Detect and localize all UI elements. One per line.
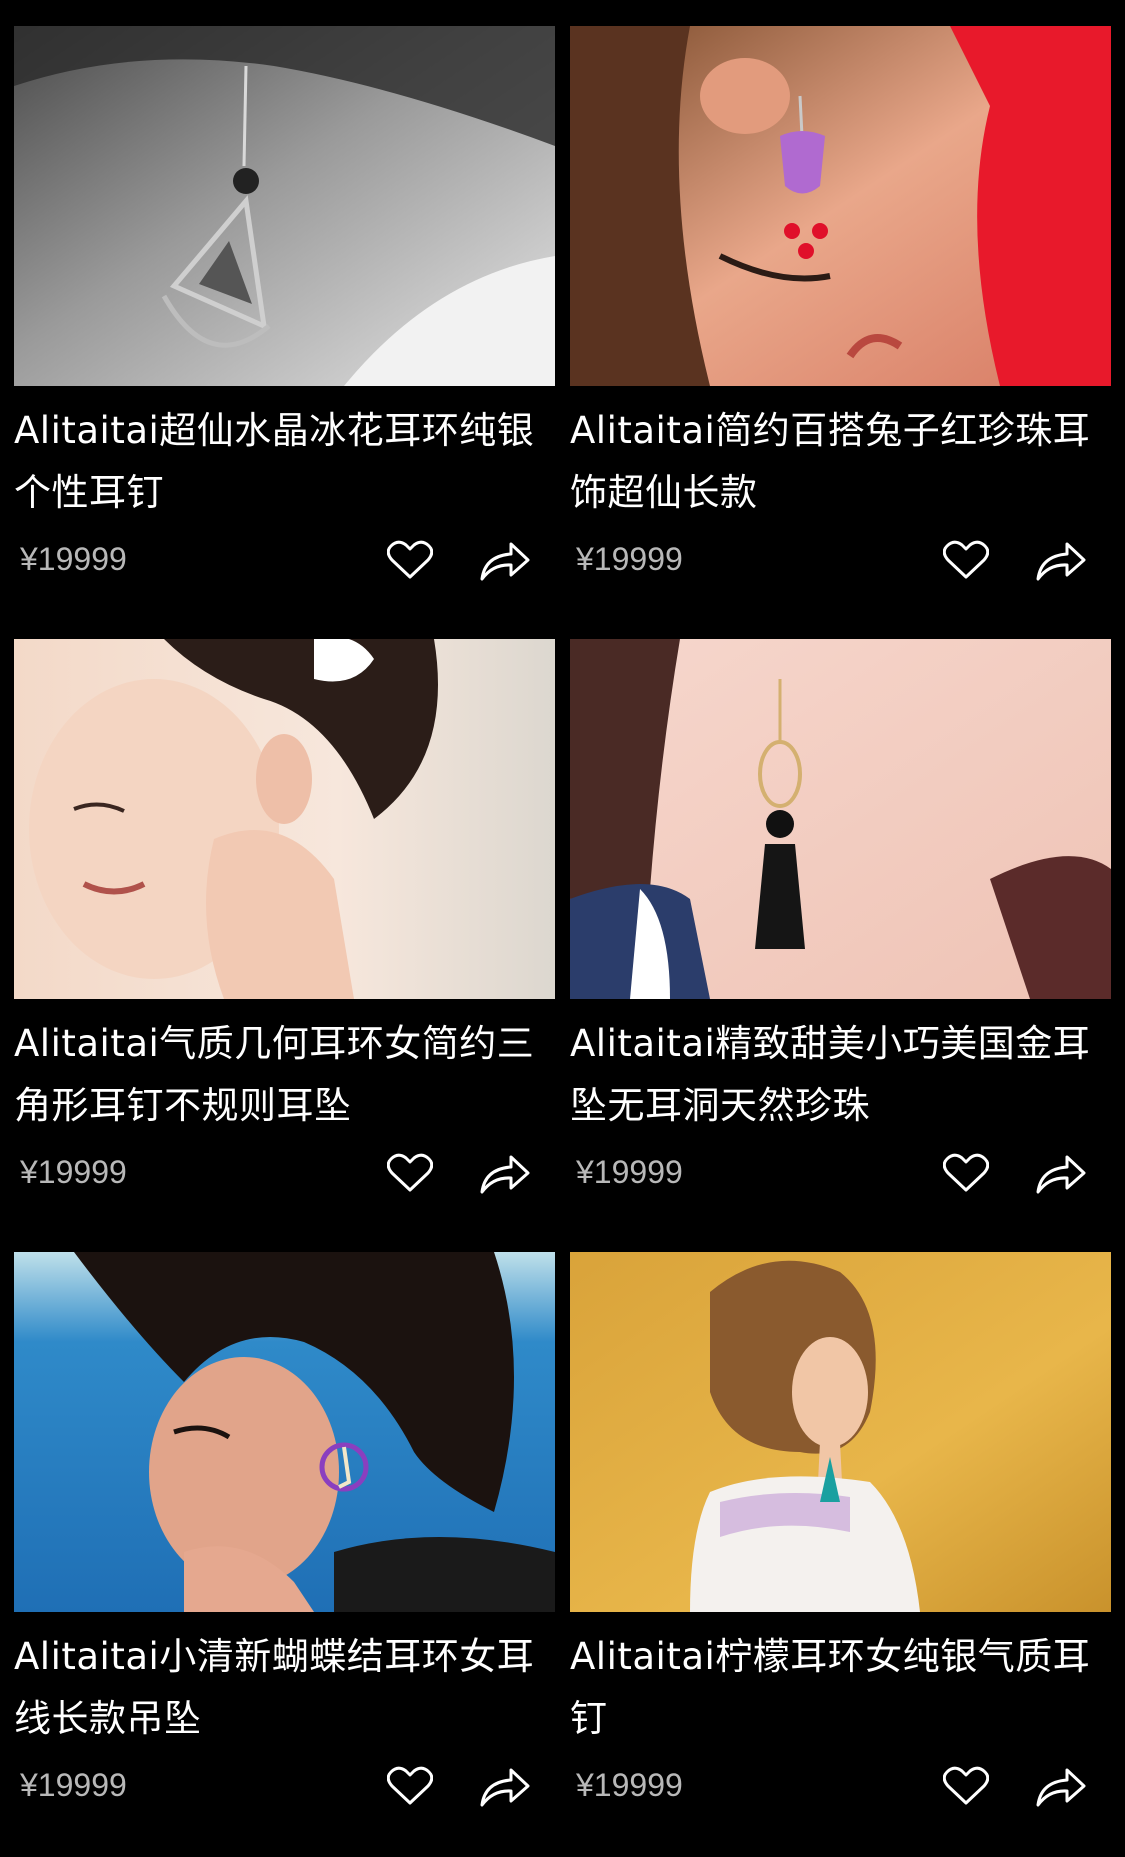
product-price: ¥19999 bbox=[576, 1767, 683, 1803]
product-grid: Alitaitai超仙水晶冰花耳环纯银个性耳钉 ¥19999 Alitaitai… bbox=[14, 26, 1111, 1807]
product-image[interactable] bbox=[570, 1252, 1111, 1612]
product-price: ¥19999 bbox=[576, 541, 683, 577]
product-title[interactable]: Alitaitai气质几何耳环女简约三角形耳钉不规则耳坠 bbox=[14, 1013, 555, 1137]
product-image[interactable] bbox=[14, 26, 555, 386]
product-image[interactable] bbox=[14, 1252, 555, 1612]
heart-outline-icon[interactable] bbox=[939, 1149, 993, 1197]
heart-outline-icon[interactable] bbox=[939, 536, 993, 584]
product-image[interactable] bbox=[14, 639, 555, 999]
share-arrow-icon[interactable] bbox=[475, 1147, 535, 1199]
product-price: ¥19999 bbox=[20, 541, 127, 577]
product-image[interactable] bbox=[570, 26, 1111, 386]
product-price: ¥19999 bbox=[20, 1154, 127, 1190]
product-card[interactable]: Alitaitai超仙水晶冰花耳环纯银个性耳钉 ¥19999 bbox=[14, 26, 555, 581]
product-card[interactable]: Alitaitai气质几何耳环女简约三角形耳钉不规则耳坠 ¥19999 bbox=[14, 639, 555, 1194]
share-arrow-icon[interactable] bbox=[475, 534, 535, 586]
product-price: ¥19999 bbox=[20, 1767, 127, 1803]
share-arrow-icon[interactable] bbox=[1031, 1760, 1091, 1812]
product-price: ¥19999 bbox=[576, 1154, 683, 1190]
heart-outline-icon[interactable] bbox=[383, 536, 437, 584]
product-card[interactable]: Alitaitai简约百搭兔子红珍珠耳饰超仙长款 ¥19999 bbox=[570, 26, 1111, 581]
product-title[interactable]: Alitaitai简约百搭兔子红珍珠耳饰超仙长款 bbox=[570, 400, 1111, 524]
heart-outline-icon[interactable] bbox=[383, 1149, 437, 1197]
heart-outline-icon[interactable] bbox=[383, 1762, 437, 1810]
product-card[interactable]: Alitaitai小清新蝴蝶结耳环女耳线长款吊坠 ¥19999 bbox=[14, 1252, 555, 1807]
share-arrow-icon[interactable] bbox=[475, 1760, 535, 1812]
heart-outline-icon[interactable] bbox=[939, 1762, 993, 1810]
share-arrow-icon[interactable] bbox=[1031, 1147, 1091, 1199]
product-card[interactable]: Alitaitai精致甜美小巧美国金耳坠无耳洞天然珍珠 ¥19999 bbox=[570, 639, 1111, 1194]
product-title[interactable]: Alitaitai超仙水晶冰花耳环纯银个性耳钉 bbox=[14, 400, 555, 524]
share-arrow-icon[interactable] bbox=[1031, 534, 1091, 586]
product-title[interactable]: Alitaitai柠檬耳环女纯银气质耳钉 bbox=[570, 1626, 1111, 1750]
product-image[interactable] bbox=[570, 639, 1111, 999]
product-title[interactable]: Alitaitai小清新蝴蝶结耳环女耳线长款吊坠 bbox=[14, 1626, 555, 1750]
product-title[interactable]: Alitaitai精致甜美小巧美国金耳坠无耳洞天然珍珠 bbox=[570, 1013, 1111, 1137]
product-card[interactable]: Alitaitai柠檬耳环女纯银气质耳钉 ¥19999 bbox=[570, 1252, 1111, 1807]
